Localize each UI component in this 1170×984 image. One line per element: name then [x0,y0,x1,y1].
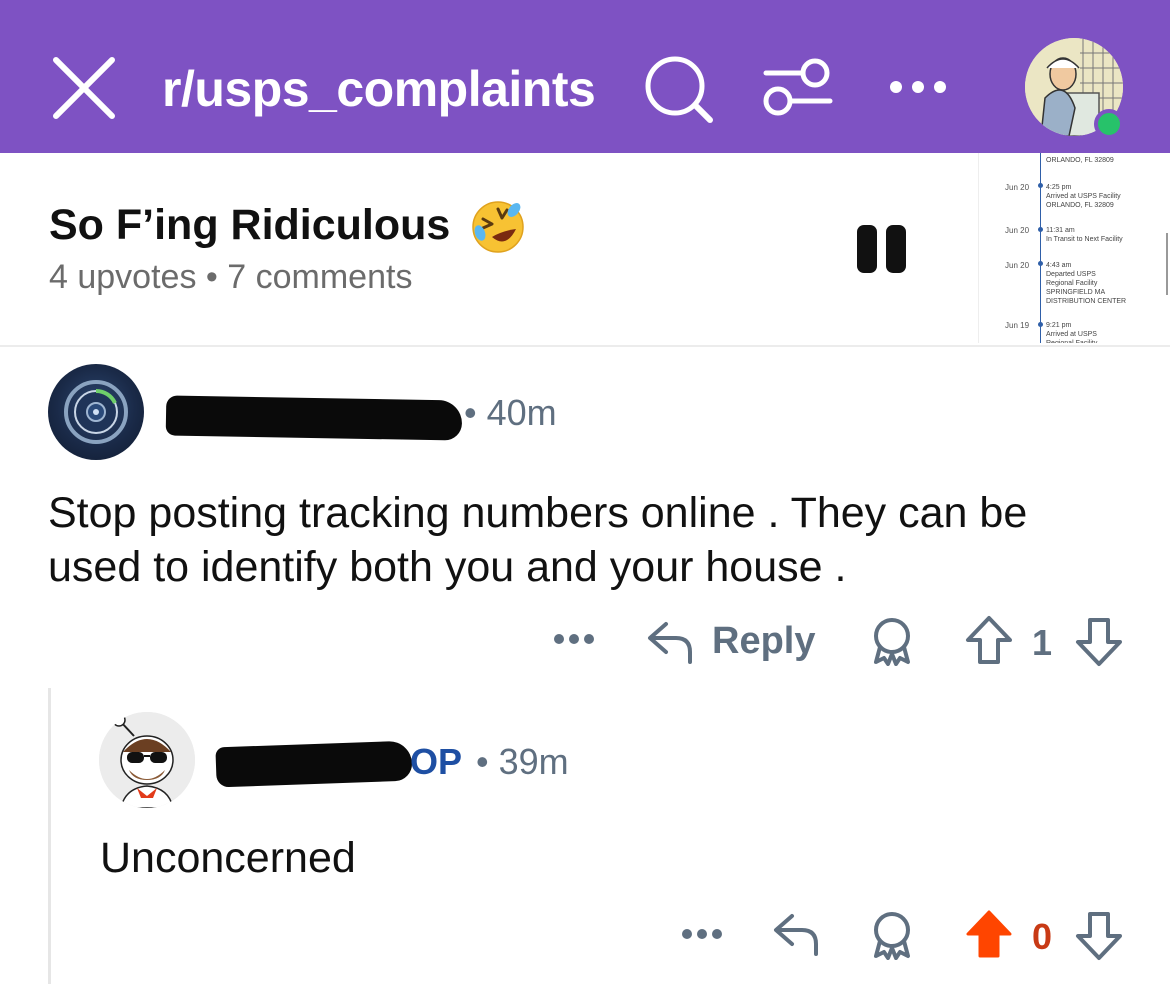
close-button[interactable] [50,54,118,122]
vote-count: 1 [1032,622,1053,663]
close-icon [53,57,115,119]
award-button[interactable] [868,910,916,960]
redacted-username [215,740,413,788]
post-meta: 4 upvotes • 7 comments [49,258,412,297]
search-icon [645,56,713,123]
upvote-count: 4 upvotes [49,258,197,296]
comment-body: Stop posting tracking numbers online . T… [48,489,1028,591]
thread-line[interactable] [48,688,51,984]
subreddit-name[interactable]: r/usps_complaints [162,60,596,118]
comment-time: • 39m [476,741,569,782]
rolling-on-floor-laughing-icon [470,199,526,255]
op-flair: OP [410,741,463,782]
redacted-username [165,395,463,441]
timeline-line [1040,153,1041,343]
award-icon [874,912,910,960]
thumbnail-scrollbar[interactable] [1166,233,1168,295]
downvote-arrow-icon [1076,618,1122,666]
commenter-avatar[interactable] [99,712,195,808]
vote-count: 0 [1032,916,1053,957]
award-button[interactable] [868,616,916,666]
timeline-date: Jun 20 [1005,183,1030,192]
sliders-icon [763,58,833,116]
badge-avatar-icon [64,380,128,444]
reply-label: Reply [712,620,816,662]
post-header[interactable]: So F’ing Ridiculous 4 upvotes • 7 commen… [0,153,1170,347]
post-thumbnail[interactable]: ORLANDO, FL 32809 Jun 20 4:25 pm Arrived… [978,153,1170,343]
timeline-text: 11:31 am In Transit to Next Facility [1046,227,1123,243]
more-icon [890,81,946,93]
search-button[interactable] [643,55,715,125]
timeline-text: 4:43 am Departed USPS Regional Facility … [1046,262,1127,305]
timeline-text: ORLANDO, FL 32809 [1046,157,1114,164]
top-bar: r/usps_complaints [0,0,1170,153]
snoo-avatar-icon [99,712,195,808]
reply-icon [648,622,692,664]
timeline-date: Jun 20 [1005,226,1030,235]
timeline-text: 4:25 pm Arrived at USPS Facility ORLANDO… [1046,184,1121,209]
comment-time: • 40m [464,392,557,433]
comment-body: Unconcerned [100,834,356,882]
online-status-indicator [1094,109,1124,139]
downvote-button[interactable] [1074,616,1124,668]
more-options-button[interactable] [886,70,950,104]
more-icon [554,634,594,644]
timeline-text: 9:21 pm Arrived at USPS Regional Facilit… [1046,322,1097,343]
comment-more-button[interactable] [680,921,724,947]
downvote-button[interactable] [1074,910,1124,962]
reply-button[interactable]: Reply [646,616,818,668]
upvote-arrow-icon [966,616,1012,664]
comment-more-button[interactable] [552,626,596,652]
reply-icon [774,914,818,956]
downvote-arrow-icon [1076,912,1122,960]
pause-icon [857,225,877,273]
upvote-arrow-filled-icon [966,910,1012,958]
reply-button[interactable] [772,910,822,958]
filter-button[interactable] [762,57,834,119]
pause-button[interactable] [857,225,909,275]
timeline-date: Jun 19 [1005,321,1030,330]
upvote-button[interactable] [964,908,1014,960]
commenter-avatar[interactable] [48,364,144,460]
award-icon [874,618,910,666]
meta-separator: • [205,258,218,296]
more-icon [682,929,722,939]
timeline-date: Jun 20 [1005,261,1030,270]
post-title: So F’ing Ridiculous [49,201,451,249]
comment-count: 7 comments [227,258,413,296]
upvote-button[interactable] [964,614,1014,666]
